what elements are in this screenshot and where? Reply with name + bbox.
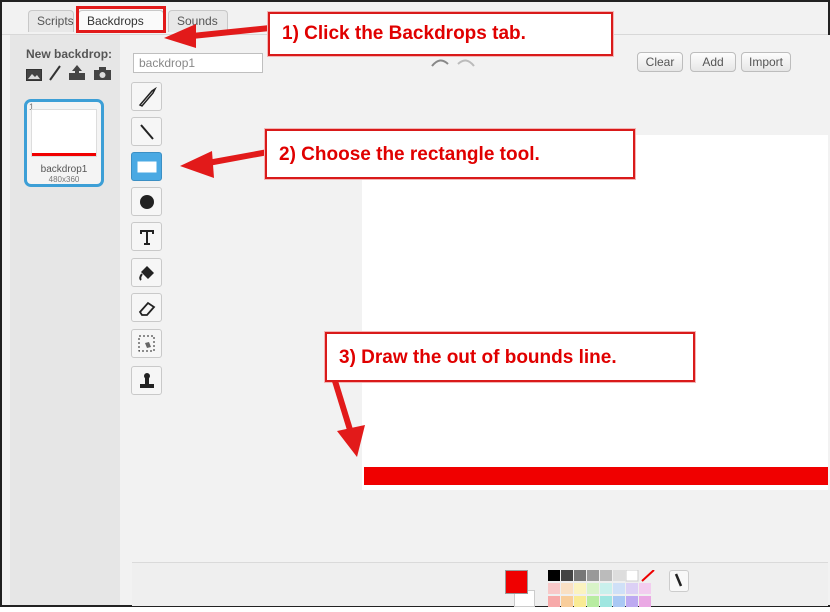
backdrop-thumbnail[interactable]: 1 backdrop1 480x360 <box>24 99 104 187</box>
select-icon <box>138 335 154 351</box>
import-button[interactable]: Import <box>741 52 791 72</box>
paint-image-icon[interactable] <box>26 68 42 81</box>
paint-canvas[interactable] <box>362 135 828 490</box>
tab-scripts-label: Scripts <box>37 14 74 28</box>
arrow-1-icon <box>164 24 271 48</box>
new-backdrop-label: New backdrop: <box>26 47 113 61</box>
color-palette-grid <box>548 569 655 607</box>
step-2-callout: 2) Choose the rectangle tool. <box>265 129 635 179</box>
ellipse-tool[interactable] <box>131 187 162 216</box>
paint-bucket-icon <box>138 265 154 281</box>
eraser-icon <box>138 301 155 316</box>
fill-tool[interactable] <box>131 258 162 287</box>
brush-icon <box>138 86 157 107</box>
backdrop-preview <box>31 109 97 157</box>
backdrop-name: backdrop1 <box>40 164 88 175</box>
select-tool[interactable] <box>131 329 162 358</box>
clear-button[interactable]: Clear <box>637 52 683 72</box>
arrow-2-icon <box>180 149 269 178</box>
tab-scripts[interactable]: Scripts <box>28 10 74 32</box>
out-of-bounds-line[interactable] <box>364 467 828 485</box>
eraser-tool[interactable] <box>131 293 162 322</box>
line-icon <box>139 123 154 140</box>
step-1-callout: 1) Click the Backdrops tab. <box>268 12 613 56</box>
ellipse-icon <box>139 194 154 209</box>
undo-redo-icon[interactable] <box>426 54 480 72</box>
fill-color-swatch[interactable] <box>505 570 528 594</box>
stamp-icon <box>139 372 154 388</box>
rectangle-tool[interactable] <box>131 152 162 181</box>
arrow-3-icon <box>332 380 365 457</box>
paint-brush-icon[interactable] <box>48 65 62 81</box>
camera-icon[interactable] <box>94 67 111 80</box>
upload-icon[interactable] <box>68 65 86 81</box>
eyedropper-icon <box>674 573 683 587</box>
add-button[interactable]: Add <box>690 52 736 72</box>
stamp-tool[interactable] <box>131 366 162 395</box>
eyedropper-tool[interactable] <box>669 570 689 592</box>
color-bar <box>132 562 828 606</box>
rectangle-icon <box>137 161 156 172</box>
brush-tool[interactable] <box>131 82 162 111</box>
step-3-callout: 3) Draw the out of bounds line. <box>325 332 695 382</box>
line-tool[interactable] <box>131 117 162 146</box>
backdrop-name-input[interactable]: backdrop1 <box>133 53 263 73</box>
text-icon <box>139 229 154 245</box>
color-palette[interactable] <box>548 569 658 607</box>
backdrop-preview-line <box>32 153 96 156</box>
backdrops-tab-highlight <box>76 6 166 33</box>
text-tool[interactable] <box>131 222 162 251</box>
backdrop-size: 480x360 <box>48 175 80 184</box>
scratch-editor-window: Scripts Backdrops Sounds New backdrop: 1… <box>0 0 830 607</box>
